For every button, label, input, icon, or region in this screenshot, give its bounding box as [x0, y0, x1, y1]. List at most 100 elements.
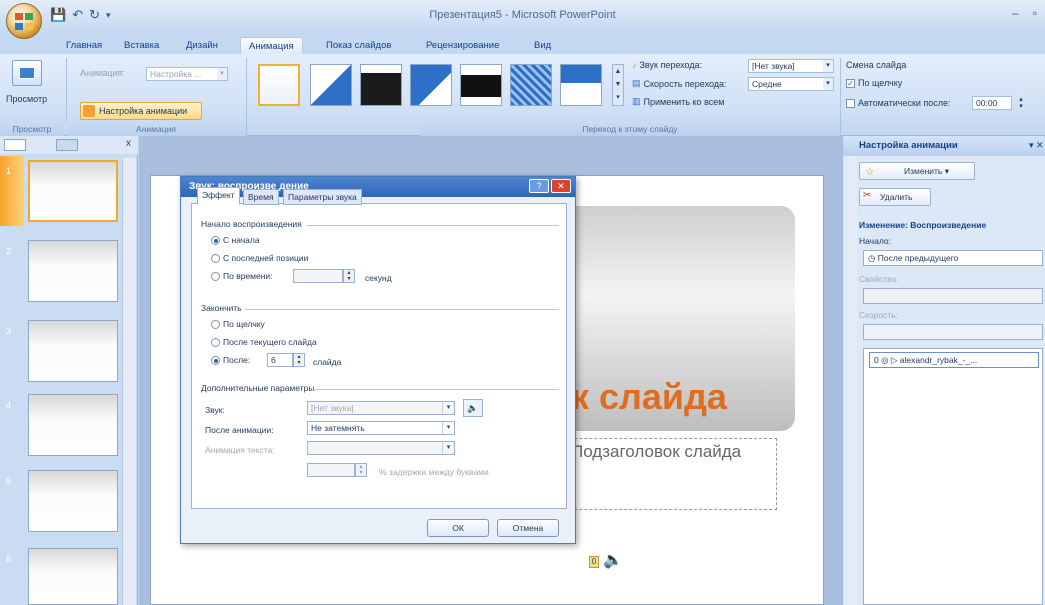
slide-number: 1	[6, 166, 12, 176]
on-click-checkbox[interactable]: ✓ По щелчку	[846, 78, 902, 88]
outline-tab[interactable]	[56, 139, 78, 151]
radio-last-position[interactable]: С последней позиции	[211, 253, 308, 263]
property-select[interactable]	[863, 288, 1043, 304]
custom-animation-pane: Настройка анимации ▾ ✕ Изменить ▾ ☆ Удал…	[842, 136, 1045, 605]
slide-thumbnail-6[interactable]	[28, 548, 118, 605]
radio-end-after-current[interactable]: После текущего слайда	[211, 337, 317, 347]
animation-list-item[interactable]: 0 ◎ ▷ alexandr_rybak_-_...	[869, 352, 1039, 368]
end-after-spinner[interactable]: ▴ ▾	[293, 353, 305, 367]
transition-thumb-5[interactable]	[460, 64, 502, 106]
tab-review[interactable]: Рецензирование	[418, 37, 507, 54]
checkbox-checked-icon: ✓	[846, 78, 855, 88]
maximize-button[interactable]: ▫	[1033, 6, 1037, 20]
pane-title: Настройка анимации	[843, 136, 1045, 156]
advance-slide-label: Смена слайда	[846, 60, 907, 70]
slide-thumbnail-2[interactable]	[28, 240, 118, 302]
preview-icon[interactable]	[12, 60, 42, 86]
seconds-label: секунд	[365, 273, 392, 283]
slides-panel-tabs: x	[0, 136, 138, 154]
start-time-input[interactable]	[293, 269, 343, 283]
radio-end-on-click[interactable]: По щелчку	[211, 319, 265, 329]
apply-all-button[interactable]: ▥ Применить ко всем	[632, 96, 724, 107]
slides-tab[interactable]	[4, 139, 26, 151]
office-button[interactable]	[6, 3, 42, 39]
speed-label: Скорость:	[859, 310, 899, 320]
property-label: Свойство:	[859, 274, 899, 284]
sound-icon[interactable]: 🔈	[603, 550, 623, 570]
close-panel-button[interactable]: x	[126, 138, 131, 149]
transition-thumb-3[interactable]	[360, 64, 402, 106]
cancel-button[interactable]: Отмена	[497, 519, 559, 537]
letter-delay-label: % задержка между буквами	[379, 467, 489, 477]
tab-slideshow[interactable]: Показ слайдов	[318, 37, 399, 54]
change-button[interactable]: Изменить ▾	[859, 162, 975, 180]
pane-scrollbar[interactable]	[847, 156, 857, 605]
transition-thumb-2[interactable]	[310, 64, 352, 106]
tab-animation[interactable]: Анимация	[240, 37, 303, 54]
custom-animation-button[interactable]: Настройка анимации	[80, 102, 202, 120]
letter-delay-input[interactable]	[307, 463, 355, 477]
slides-panel: x 1 2 3 4 5 6	[0, 136, 138, 605]
slide-number: 5	[6, 476, 12, 486]
ok-button[interactable]: ОК	[427, 519, 489, 537]
speed-select[interactable]	[863, 324, 1043, 340]
transition-sound-combo[interactable]: [Нет звука] ▾	[748, 59, 834, 73]
animation-marker: 0	[589, 556, 599, 568]
auto-after-spinner[interactable]: ▴ ▾	[1016, 96, 1026, 110]
tab-insert[interactable]: Вставка	[116, 37, 167, 54]
selected-slide-indicator	[0, 156, 24, 226]
slide-thumbnail-3[interactable]	[28, 320, 118, 382]
sound-playback-dialog: Звук: воспроизве дение ? ✕ Эффект Время …	[180, 176, 576, 544]
start-time-spinner[interactable]: ▴ ▾	[343, 269, 355, 283]
pane-menu-icon[interactable]: ▾ ✕	[1029, 140, 1044, 151]
slide-thumbnail-4[interactable]	[28, 394, 118, 456]
radio-from-beginning[interactable]: С начала	[211, 235, 260, 245]
slide-thumbnail-1[interactable]	[28, 160, 118, 222]
checkbox-icon	[846, 98, 855, 108]
ribbon: Просмотр Просмотр Анимация: Настройка ..…	[0, 54, 1045, 136]
tab-timing[interactable]: Время	[243, 189, 279, 205]
auto-after-checkbox[interactable]: Автоматически после:	[846, 98, 951, 108]
volume-icon[interactable]: 🔈	[463, 399, 483, 417]
start-select[interactable]: ◷ После предыдущего	[863, 250, 1043, 266]
radio-by-time[interactable]: По времени:	[211, 271, 273, 281]
gallery-scroll[interactable]: ▲ ▼ ▾	[612, 64, 624, 106]
minimize-button[interactable]: –	[1012, 6, 1019, 20]
transition-none-thumb[interactable]	[258, 64, 300, 106]
tab-home[interactable]: Главная	[58, 37, 110, 54]
auto-after-input[interactable]: 00:00	[972, 96, 1012, 110]
slide-subtitle-text: Подзаголовок слайда	[571, 442, 742, 461]
dialog-tabs: Эффект Время Параметры звука	[191, 187, 567, 205]
preview-button[interactable]: Просмотр	[6, 94, 47, 104]
clock-icon: ◷	[868, 253, 878, 263]
transition-thumb-7[interactable]	[560, 64, 602, 106]
tab-design[interactable]: Дизайн	[178, 37, 226, 54]
animation-list	[863, 348, 1043, 605]
tab-view[interactable]: Вид	[526, 37, 559, 54]
animation-label: Анимация:	[80, 68, 125, 78]
transition-speed-combo[interactable]: Средне ▾	[748, 77, 834, 91]
tab-sound-settings[interactable]: Параметры звука	[283, 189, 362, 205]
slide-thumbnail-5[interactable]	[28, 470, 118, 532]
after-animation-select[interactable]: Не затемнять ▾	[307, 421, 455, 435]
start-label: Начало:	[859, 236, 891, 246]
radio-selected-icon	[211, 355, 220, 365]
transition-thumb-4[interactable]	[410, 64, 452, 106]
after-animation-label: После анимации:	[205, 425, 274, 435]
slide-title-text: к слайда	[571, 376, 727, 417]
remove-icon: ✂	[863, 190, 872, 201]
sound-select[interactable]: [Нет звука] ▾	[307, 401, 455, 415]
preview-group-label: Просмотр	[0, 122, 64, 136]
end-after-input[interactable]: 6	[267, 353, 293, 367]
animation-combo[interactable]: Настройка ... ▾	[146, 67, 228, 81]
transition-thumb-6[interactable]	[510, 64, 552, 106]
slides-label: слайда	[313, 357, 342, 367]
change-header: Изменение: Воспроизведение	[859, 220, 987, 230]
apply-all-icon: ▥	[632, 96, 641, 106]
animate-text-select[interactable]: ▾	[307, 441, 455, 455]
letter-delay-spinner[interactable]: ▴ ▾	[355, 463, 367, 477]
slides-scrollbar[interactable]	[122, 158, 136, 605]
tab-effect[interactable]: Эффект	[197, 187, 240, 205]
radio-end-after[interactable]: После:	[211, 355, 250, 365]
radio-selected-icon	[211, 235, 220, 245]
